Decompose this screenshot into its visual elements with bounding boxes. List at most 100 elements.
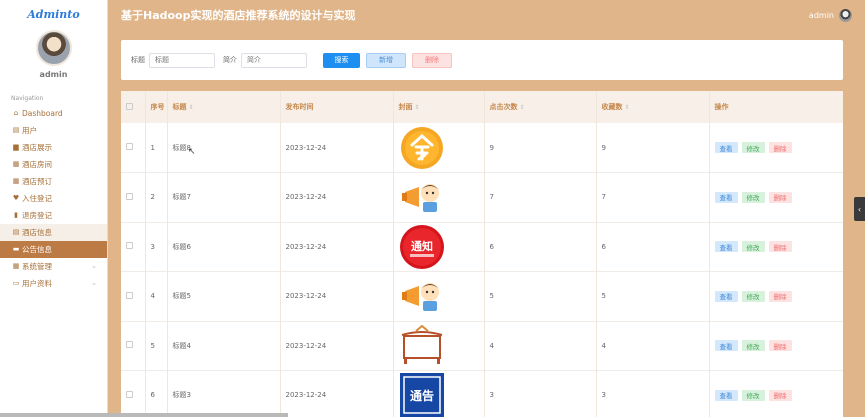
- sidebar-item-users[interactable]: ▤ 用户: [0, 122, 107, 139]
- column-header-favs[interactable]: 收藏数 ⇕: [596, 91, 710, 123]
- row-delete-button[interactable]: 删除: [768, 290, 792, 302]
- sidebar-item-system[interactable]: ▦ 系统管理 ⌄: [0, 258, 107, 275]
- sidebar-item-hotel-rooms[interactable]: ▦ 酒店房间: [0, 156, 107, 173]
- cell-favs: 9: [596, 123, 710, 173]
- cell-favs: 4: [596, 321, 710, 371]
- sidebar-nav: ⌂ Dashboard ▤ 用户 ▆ 酒店展示 ▦ 酒店房间 ▦ 酒店预订 ♥ 入住登记 ▮…: [0, 105, 107, 292]
- row-checkbox[interactable]: [126, 192, 133, 200]
- row-checkbox[interactable]: [126, 242, 133, 250]
- column-header-actions: 操作: [709, 91, 843, 123]
- cell-index: 5: [145, 321, 168, 371]
- cell-clicks: 5: [484, 271, 597, 321]
- row-checkbox[interactable]: [126, 291, 133, 299]
- user-menu[interactable]: admin: [808, 8, 852, 22]
- cell-actions: 查看 修改 删除: [709, 271, 843, 321]
- announcement-icon: 通告: [399, 372, 484, 417]
- grid-icon: ▦: [12, 177, 20, 185]
- sidebar-item-label: 退房登记: [22, 211, 52, 220]
- header-username: admin: [808, 10, 834, 20]
- row-delete-button[interactable]: 删除: [768, 241, 792, 253]
- search-bar: 标题 简介 搜索 新增 删除: [121, 40, 843, 80]
- cell-favs: 7: [596, 172, 710, 222]
- app-logo[interactable]: Adminto: [0, 0, 107, 28]
- view-button[interactable]: 查看: [714, 142, 738, 153]
- sidebar-item-profile[interactable]: ▭ 用户资料 ⌄: [0, 275, 107, 292]
- edit-button[interactable]: 修改: [741, 389, 765, 401]
- cell-index: 2: [145, 172, 168, 222]
- cell-date: 2023-12-24: [280, 321, 394, 371]
- cell-title: 标题8: [167, 123, 281, 173]
- cell-cover: [393, 271, 485, 321]
- table-row: 4 标题5 2023-12-24 5 5 查看 修改 删除: [121, 271, 843, 321]
- sidebar-item-check-out[interactable]: ▮ 退房登记: [0, 207, 107, 224]
- avatar[interactable]: [35, 30, 72, 66]
- sidebar-item-hotel-display[interactable]: ▆ 酒店展示: [0, 139, 107, 156]
- row-delete-button[interactable]: 删除: [768, 340, 792, 352]
- row-delete-button[interactable]: 删除: [768, 389, 792, 401]
- cell-date: 2023-12-24: [280, 222, 394, 272]
- view-button[interactable]: 查看: [714, 191, 738, 203]
- table-row: 2 标题7 2023-12-24 7 7 查看 修改 删除: [121, 172, 843, 222]
- sort-icon: ⇕: [519, 104, 525, 111]
- sidebar-item-dashboard[interactable]: ⌂ Dashboard: [0, 105, 107, 122]
- cell-title: 标题4: [167, 321, 281, 371]
- sidebar-item-announcements[interactable]: ▬ 公告信息: [0, 241, 107, 258]
- cell-clicks: 9: [484, 123, 597, 173]
- row-delete-button[interactable]: 删除: [768, 142, 792, 153]
- chevron-down-icon: ⌄: [91, 279, 97, 287]
- avatar: [839, 8, 852, 22]
- sidebar-item-label: 酒店信息: [22, 228, 52, 237]
- sort-icon: ⇕: [414, 104, 420, 111]
- sidebar-item-label: 用户资料: [22, 279, 52, 288]
- location-icon: ♥: [12, 194, 20, 202]
- select-all-checkbox[interactable]: [126, 102, 133, 110]
- cell-actions: 查看 修改 删除: [709, 222, 843, 272]
- row-checkbox[interactable]: [126, 143, 133, 150]
- row-delete-button[interactable]: 删除: [768, 191, 792, 203]
- bar-chart-icon: ▮: [14, 211, 18, 219]
- title-search-input[interactable]: [149, 52, 215, 68]
- table-icon: ▤: [12, 126, 20, 134]
- sidebar-item-label: 酒店展示: [22, 143, 52, 152]
- cell-index: 4: [145, 271, 168, 321]
- sidebar-item-check-in[interactable]: ♥ 入住登记: [0, 190, 107, 207]
- status-strip: [0, 413, 288, 417]
- cell-cover: [393, 123, 485, 173]
- cell-actions: 查看 修改 删除: [709, 123, 843, 173]
- edit-button[interactable]: 修改: [741, 290, 765, 302]
- cell-date: 2023-12-24: [280, 370, 394, 417]
- sidebar-item-hotel-info[interactable]: ▤ 酒店信息: [0, 224, 107, 241]
- view-button[interactable]: 查看: [714, 290, 738, 302]
- row-checkbox[interactable]: [126, 390, 133, 398]
- grid-icon: ▦: [12, 160, 20, 168]
- title-label: 标题: [131, 56, 145, 64]
- cell-date: 2023-12-24: [280, 123, 394, 173]
- sort-icon: ⇕: [188, 104, 194, 111]
- column-header-clicks[interactable]: 点击次数 ⇕: [484, 91, 597, 123]
- cell-favs: 6: [596, 222, 710, 272]
- cell-title: 标题7: [167, 172, 281, 222]
- brief-search-input[interactable]: [241, 52, 307, 68]
- megaphone-kid-icon: [399, 273, 484, 319]
- cell-cover: [393, 321, 485, 371]
- top-header: 基于Hadoop实现的酒店推荐系统的设计与实现 admin: [108, 0, 865, 30]
- delete-button[interactable]: 删除: [412, 52, 452, 68]
- table-header-row: 序号 标题 ⇕ 发布时间 封面 ⇕ 点击次数 ⇕ 收藏数 ⇕ 操作: [121, 91, 843, 123]
- row-checkbox[interactable]: [126, 341, 133, 349]
- edit-button[interactable]: 修改: [741, 340, 765, 352]
- notice-board-icon: [399, 323, 484, 369]
- search-button[interactable]: 搜索: [323, 52, 360, 68]
- edit-button[interactable]: 修改: [741, 191, 765, 203]
- cell-favs: 3: [596, 370, 710, 417]
- collapse-panel-button[interactable]: ‹: [854, 197, 865, 221]
- view-button[interactable]: 查看: [714, 340, 738, 352]
- add-button[interactable]: 新增: [366, 52, 406, 68]
- cell-cover: 通知: [393, 222, 485, 272]
- edit-button[interactable]: 修改: [741, 142, 765, 153]
- sidebar-item-hotel-booking[interactable]: ▦ 酒店预订: [0, 173, 107, 190]
- column-header-title[interactable]: 标题 ⇕: [167, 91, 281, 123]
- view-button[interactable]: 查看: [714, 389, 738, 401]
- column-header-cover[interactable]: 封面 ⇕: [393, 91, 485, 123]
- view-button[interactable]: 查看: [714, 241, 738, 253]
- edit-button[interactable]: 修改: [741, 241, 765, 253]
